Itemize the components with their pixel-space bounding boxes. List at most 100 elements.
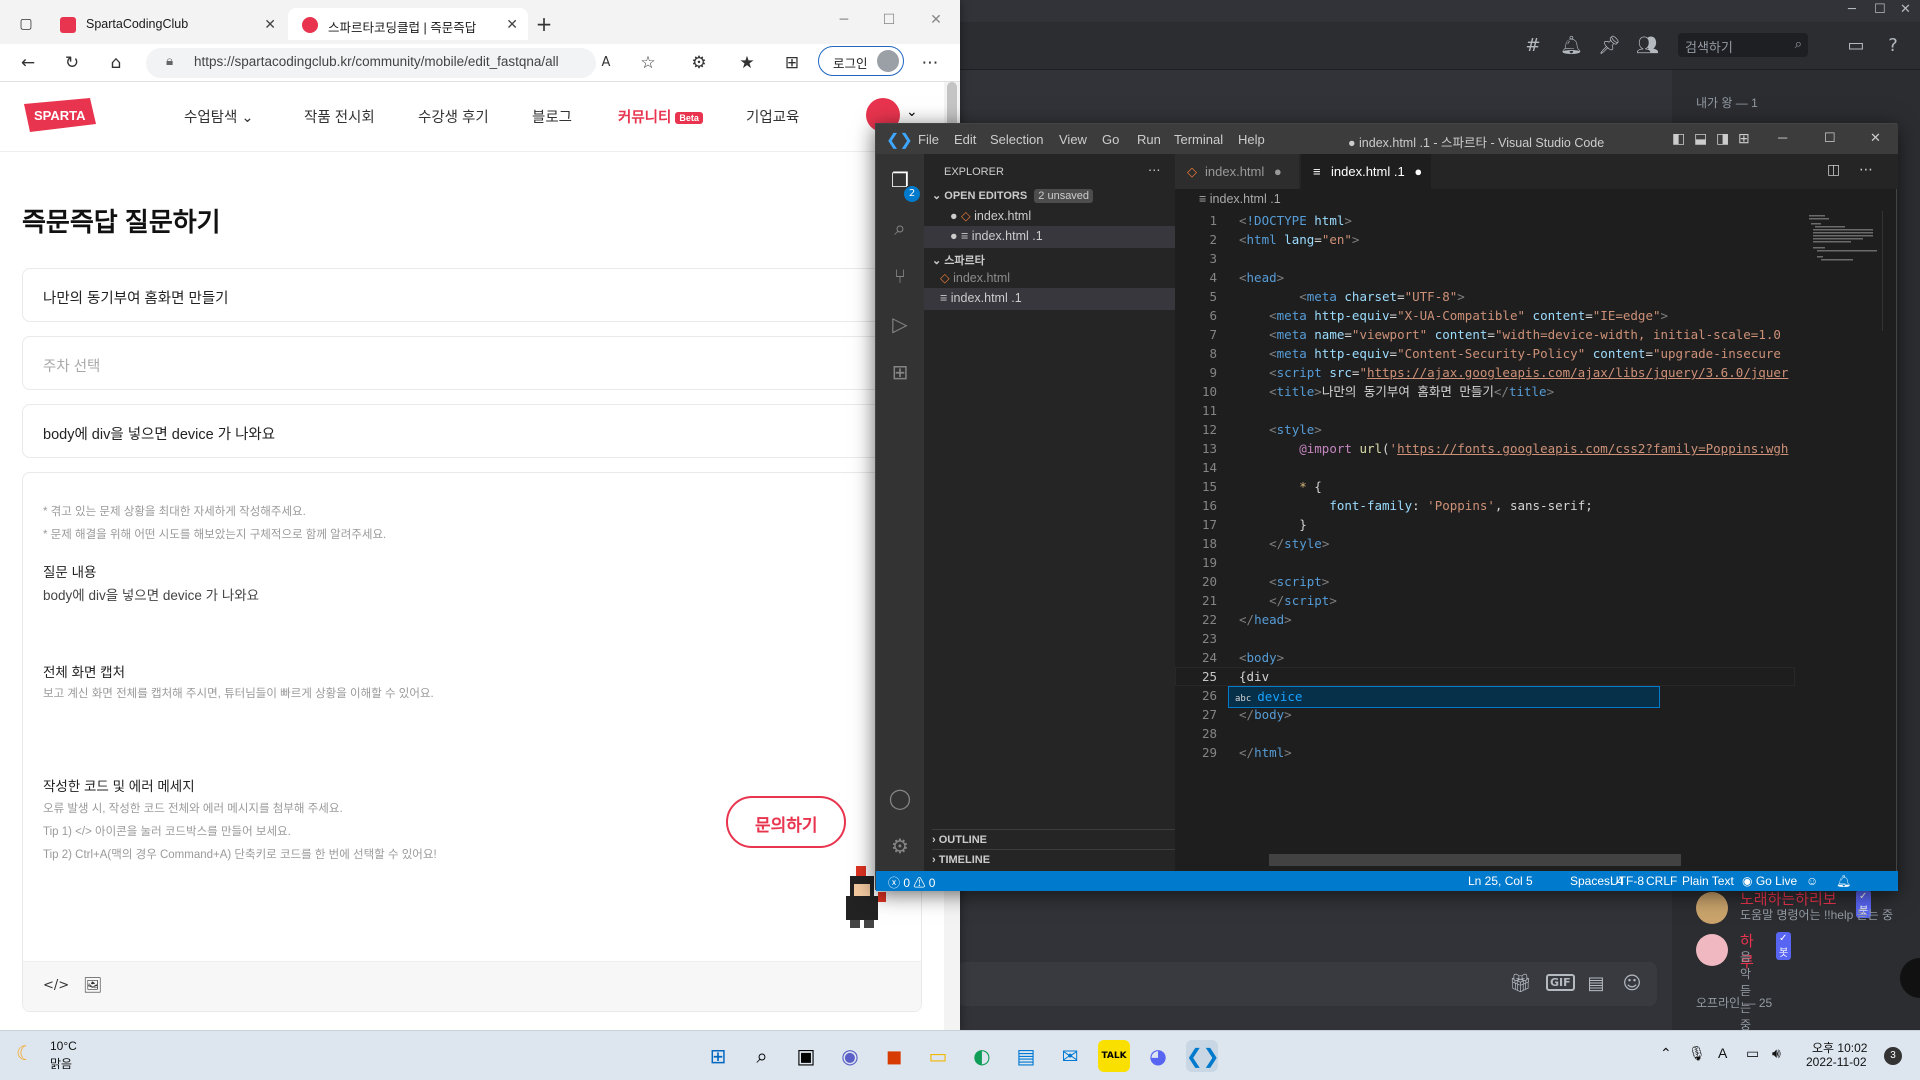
start-icon[interactable]: ⊞	[702, 1040, 734, 1072]
horizontal-scrollbar[interactable]	[1269, 854, 1681, 866]
discord-search-input[interactable]: 검색하기 ⌕	[1678, 33, 1808, 57]
close-icon[interactable]: ✕	[506, 16, 518, 33]
ask-button[interactable]: 문의하기	[726, 796, 846, 848]
summary-input[interactable]: body에 div을 넣으면 device 가 나와요	[22, 404, 942, 458]
extensions-icon[interactable]: ⚙	[685, 49, 713, 77]
maximize-icon[interactable]: ☐	[1824, 130, 1836, 146]
close-icon[interactable]: ✕	[1900, 2, 1911, 17]
menu-selection[interactable]: Selection	[990, 132, 1043, 147]
close-icon[interactable]: ✕	[1870, 130, 1881, 146]
chevron-down-icon[interactable]: ⌄	[906, 104, 918, 120]
refresh-icon[interactable]: ↻	[58, 49, 86, 77]
outline-header[interactable]: › OUTLINE	[932, 829, 1175, 846]
store-icon[interactable]: ▤	[1010, 1040, 1042, 1072]
layout-panel-icon[interactable]: ⬓	[1694, 130, 1707, 147]
nav-reviews[interactable]: 수강생 후기	[418, 106, 489, 127]
url-input[interactable]: 🔒︎ https://spartacodingclub.kr/community…	[146, 48, 596, 78]
help-icon[interactable]: ?	[1882, 35, 1904, 57]
problems-status[interactable]: ⓧ 0 ⚠ 0	[888, 874, 935, 891]
week-select[interactable]: 주차 선택	[22, 336, 942, 390]
sticker-icon[interactable]: ▤	[1585, 973, 1607, 995]
folder-header[interactable]: ⌄ 스파르타	[932, 252, 985, 268]
menu-edit[interactable]: Edit	[954, 132, 976, 147]
ime-icon[interactable]: A	[1718, 1045, 1727, 1061]
tab-fastqna[interactable]: 스파르타코딩클럽 | 즉문즉답 ✕	[288, 8, 528, 40]
task-view-icon[interactable]: ▣	[790, 1040, 822, 1072]
network-icon[interactable]: ▭	[1746, 1045, 1759, 1062]
minimize-icon[interactable]: ─	[1778, 130, 1787, 145]
favorite-add-icon[interactable]: ☆	[634, 49, 662, 77]
weather-icon[interactable]: ☾	[16, 1041, 34, 1065]
question-editor[interactable]: * 겪고 있는 문제 상황을 최대한 자세하게 작성해주세요. * 문제 해결을…	[22, 472, 922, 1012]
open-editor-item[interactable]: ● ◇ index.html	[950, 208, 1175, 223]
search-icon[interactable]: ⌕	[746, 1040, 778, 1072]
menu-file[interactable]: File	[918, 132, 939, 147]
maximize-icon[interactable]: ☐	[875, 6, 903, 34]
split-editor-icon[interactable]: ◫	[1827, 162, 1840, 178]
close-icon[interactable]: ✕	[264, 16, 276, 33]
encoding[interactable]: UTF-8	[1610, 874, 1644, 888]
message-input[interactable]: 🎁︎ GIF ▤ ☺	[957, 962, 1657, 1006]
edge-icon[interactable]: ◐	[966, 1040, 998, 1072]
kakaotalk-icon[interactable]: TALK	[1098, 1040, 1130, 1072]
nav-courses[interactable]: 수업탐색 ⌄	[184, 106, 254, 127]
new-tab-button[interactable]: +	[530, 10, 558, 38]
close-icon[interactable]: ✕	[922, 6, 950, 34]
go-live-button[interactable]: ◉ Go Live	[1742, 874, 1797, 888]
menu-go[interactable]: Go	[1102, 132, 1119, 147]
run-debug-icon[interactable]: ▷	[888, 312, 912, 336]
minimize-icon[interactable]: ─	[1848, 2, 1856, 17]
layout-customize-icon[interactable]: ⊞	[1738, 130, 1750, 147]
menu-help[interactable]: Help	[1238, 132, 1265, 147]
back-icon[interactable]: ←	[14, 49, 42, 77]
editor-scrollbar[interactable]	[1882, 211, 1896, 331]
file-item[interactable]: ≡ index.html .1	[924, 288, 1175, 310]
tray-chevron-up-icon[interactable]: ⌃	[1660, 1045, 1672, 1062]
code-block-icon[interactable]: </>	[43, 978, 69, 993]
line-ending[interactable]: CRLF	[1646, 874, 1677, 888]
favorites-icon[interactable]: ★	[733, 49, 761, 77]
tab-index-html-1[interactable]: ≡ index.html .1 ●	[1301, 154, 1431, 189]
collections-icon[interactable]: ⊞	[778, 49, 806, 77]
source-control-icon[interactable]: ⑂	[888, 264, 912, 288]
gift-icon[interactable]: 🎁︎	[1509, 973, 1532, 995]
threads-icon[interactable]: #	[1522, 35, 1544, 57]
file-explorer-icon[interactable]: ▭	[922, 1040, 954, 1072]
language-mode[interactable]: Plain Text	[1682, 874, 1734, 888]
clock-date[interactable]: 2022-11-02	[1806, 1055, 1867, 1069]
cursor-position[interactable]: Ln 25, Col 5	[1468, 874, 1533, 888]
emoji-icon[interactable]: ☺	[1621, 973, 1643, 995]
code-editor[interactable]: 1 <!DOCTYPE html> 2 <html lang="en"> 3 4 <h…	[1175, 211, 1795, 841]
nav-blog[interactable]: 블로그	[532, 106, 572, 127]
more-icon[interactable]: ⋯	[1859, 162, 1873, 178]
bell-icon[interactable]: 🔔︎	[1560, 35, 1583, 57]
layout-secondary-icon[interactable]: ◨	[1716, 130, 1729, 147]
home-icon[interactable]: ⌂	[102, 49, 130, 77]
maximize-icon[interactable]: ☐	[1874, 2, 1886, 17]
pin-icon[interactable]: 📌︎	[1598, 35, 1621, 57]
weather-desc[interactable]: 맑음	[50, 1055, 72, 1072]
menu-terminal[interactable]: Terminal	[1174, 132, 1223, 147]
breadcrumb[interactable]: ≡ index.html .1	[1175, 189, 1898, 211]
microphone-icon[interactable]: 🎙︎	[1688, 1045, 1706, 1062]
sparta-logo[interactable]: SPARTA	[20, 96, 98, 136]
account-icon[interactable]: ◯	[888, 786, 912, 810]
inbox-icon[interactable]: ▭	[1845, 35, 1867, 57]
more-icon[interactable]: ⋯	[1148, 162, 1161, 177]
notification-badge[interactable]: 3	[1884, 1047, 1902, 1065]
vscode-icon[interactable]: ❮❯	[1186, 1040, 1220, 1072]
search-icon[interactable]: ⌕	[888, 216, 912, 240]
mail-icon[interactable]: ✉	[1054, 1040, 1086, 1072]
profile-login-button[interactable]: 로그인	[818, 46, 904, 76]
tab-actions-icon[interactable]: ▢	[12, 10, 40, 38]
clock-time[interactable]: 오후 10:02	[1812, 1039, 1867, 1056]
autocomplete-suggestion[interactable]: abc device	[1228, 686, 1660, 708]
discord-icon[interactable]: ◕	[1142, 1040, 1174, 1072]
discord-window-controls[interactable]: ─ ☐ ✕	[1840, 0, 1920, 22]
members-icon[interactable]: 👥︎	[1636, 35, 1659, 57]
extensions-icon[interactable]: ⊞	[888, 360, 912, 384]
teams-chat-icon[interactable]: ◉	[834, 1040, 866, 1072]
office-icon[interactable]: ◼	[878, 1040, 910, 1072]
volume-icon[interactable]: 🔊︎	[1772, 1045, 1781, 1062]
open-editor-item[interactable]: ● ≡ index.html .1	[924, 226, 1175, 248]
